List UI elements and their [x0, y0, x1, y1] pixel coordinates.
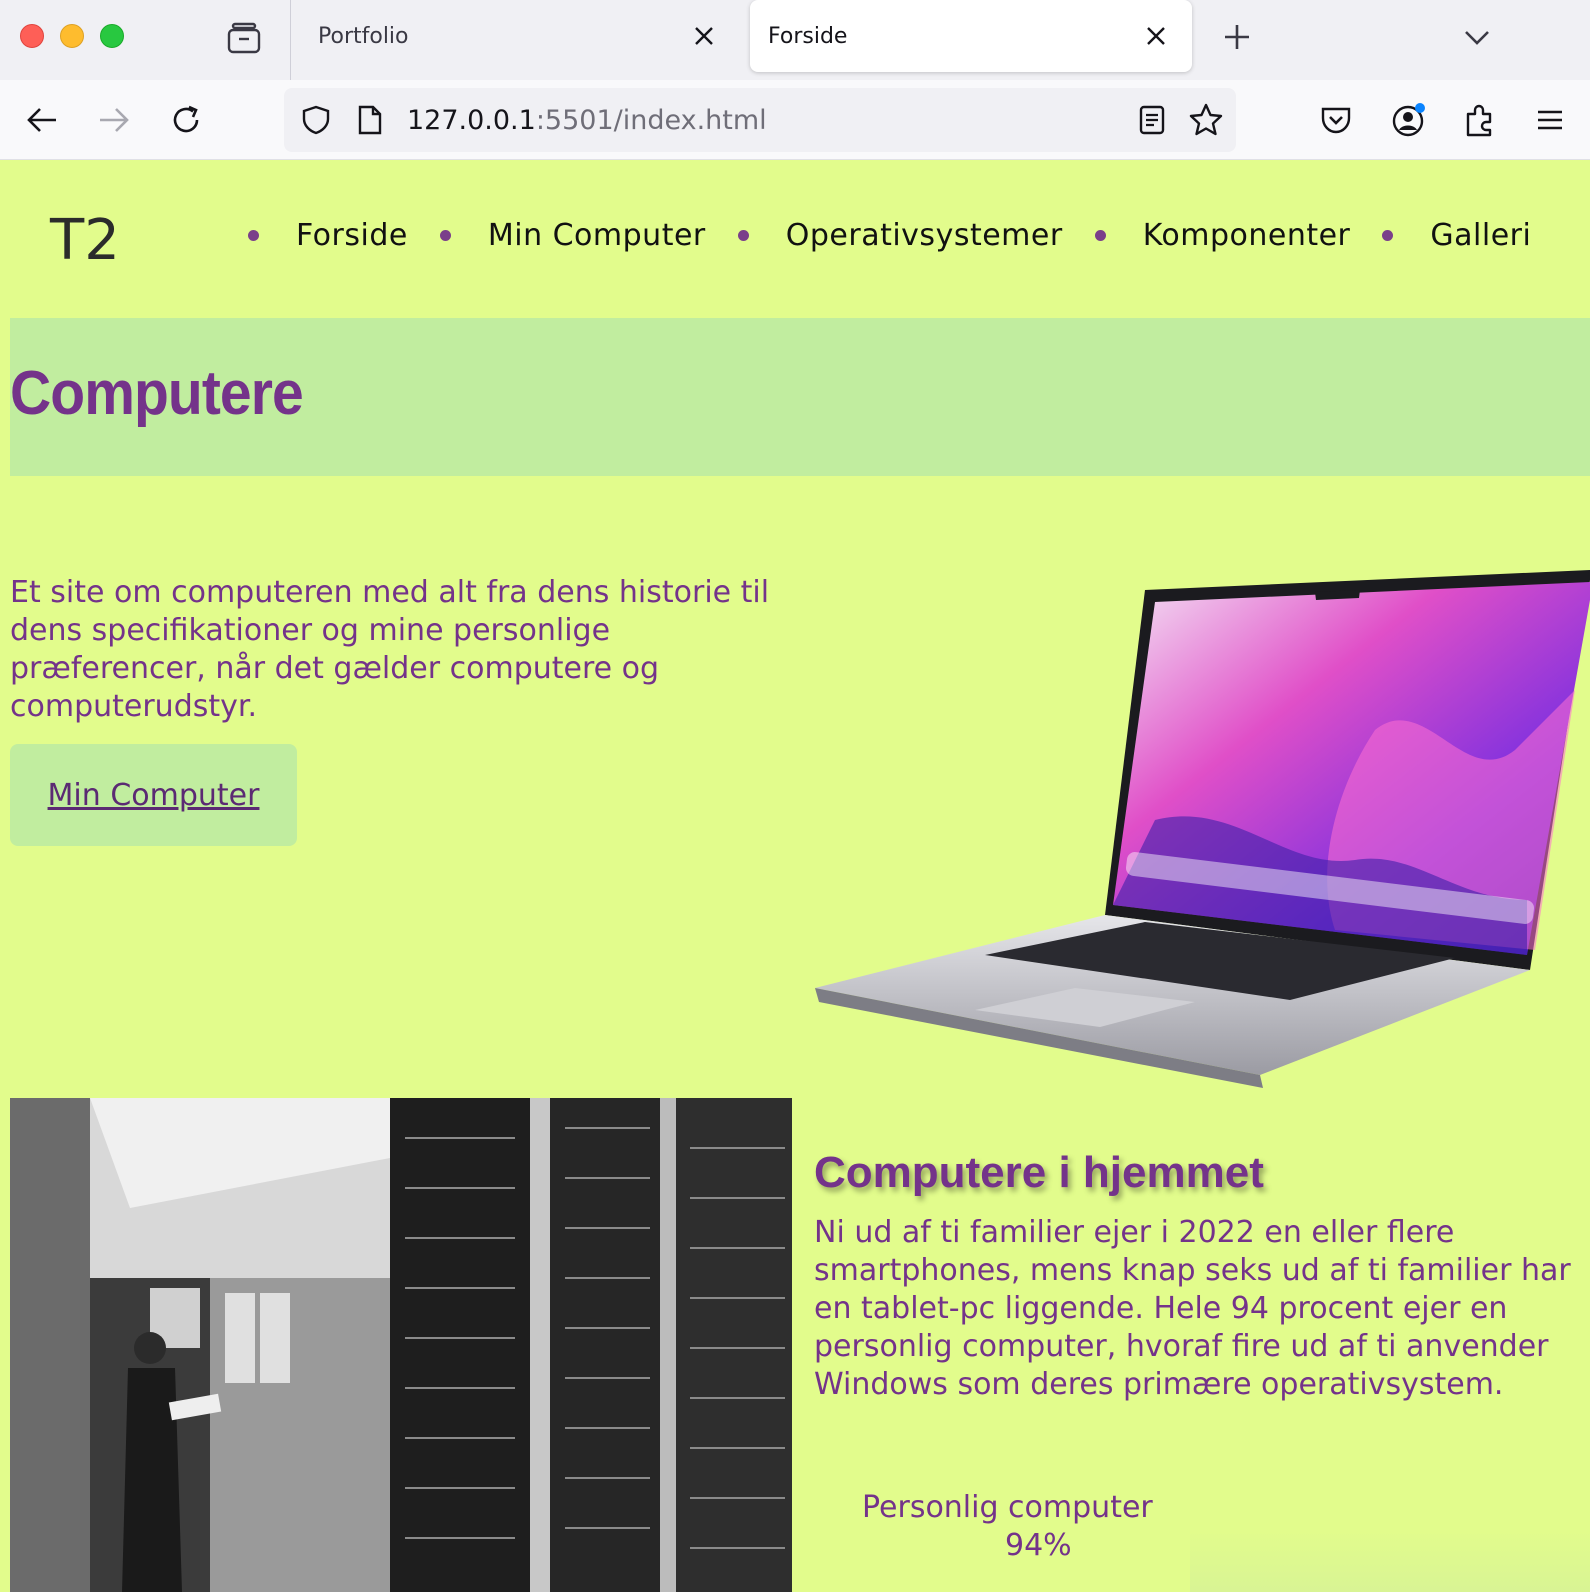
bullet	[1094, 230, 1106, 241]
section-text: Ni ud af ti familier ejer i 2022 en elle…	[814, 1215, 1571, 1402]
menu-icon[interactable]	[1532, 102, 1568, 138]
bullet	[439, 230, 451, 241]
nav-label: Komponenter	[1142, 218, 1351, 253]
tab-overview-icon[interactable]	[226, 22, 262, 54]
page-title: Computere	[10, 359, 304, 428]
page-icon[interactable]	[356, 104, 384, 136]
min-computer-link[interactable]: Min Computer	[48, 778, 260, 813]
nav-item-komponenter[interactable]: Komponenter	[1094, 218, 1351, 253]
site-logo[interactable]: T2	[50, 208, 120, 273]
hero-banner: Computere	[10, 318, 1590, 476]
star-icon[interactable]	[1188, 102, 1224, 138]
url-path: :5501/index.html	[535, 105, 767, 136]
bullet	[1382, 230, 1394, 241]
window-minimize-button[interactable]	[60, 24, 84, 48]
account-icon[interactable]	[1390, 102, 1426, 138]
nav-label: Min Computer	[487, 218, 706, 253]
tab-title: Portfolio	[318, 23, 409, 49]
window-close-button[interactable]	[20, 24, 44, 48]
nav-item-galleri[interactable]: Galleri	[1382, 218, 1531, 253]
url-text[interactable]: 127.0.0.1:5501/index.html	[407, 105, 767, 136]
chevron-down-icon[interactable]	[1462, 22, 1492, 52]
nav-item-forside[interactable]: Forside	[248, 218, 408, 253]
section-title: Computere i hjemmet	[814, 1148, 1264, 1197]
nav-label: Forside	[296, 218, 408, 253]
nav-label: Galleri	[1430, 218, 1532, 253]
back-arrow-icon[interactable]	[24, 102, 60, 138]
min-computer-button[interactable]: Min Computer	[10, 744, 297, 846]
nav-item-operativsystemer[interactable]: Operativsystemer	[737, 218, 1063, 253]
shield-icon[interactable]	[300, 104, 332, 136]
window-zoom-button[interactable]	[100, 24, 124, 48]
tab-title: Forside	[768, 23, 848, 49]
intro-text: Et site om computeren med alt fra dens h…	[10, 575, 770, 724]
pocket-icon[interactable]	[1318, 102, 1354, 138]
url-host: 127.0.0.1	[407, 105, 536, 136]
bullet	[737, 230, 749, 241]
browser-tab-bar: Portfolio Forside	[0, 0, 1590, 80]
stat-value: 94%	[1005, 1528, 1072, 1563]
vintage-computer-photo	[10, 1098, 792, 1592]
site-navigation: Forside Min Computer Operativsystemer Ko…	[248, 218, 1531, 253]
nav-item-min-computer[interactable]: Min Computer	[439, 218, 706, 253]
forward-arrow-icon[interactable]	[96, 102, 132, 138]
tab-portfolio[interactable]: Portfolio	[300, 0, 740, 72]
tab-separator	[290, 0, 291, 80]
tab-forside[interactable]: Forside	[750, 0, 1192, 72]
stat-bar	[1190, 1530, 1590, 1592]
stat-label: Personlig computer	[862, 1490, 1153, 1525]
plus-icon[interactable]	[1220, 20, 1254, 54]
extensions-icon[interactable]	[1462, 102, 1498, 138]
bullet	[248, 230, 259, 241]
url-bar[interactable]: 127.0.0.1:5501/index.html	[284, 88, 1236, 152]
close-icon[interactable]	[690, 22, 718, 50]
reload-icon[interactable]	[168, 102, 204, 138]
browser-toolbar: 127.0.0.1:5501/index.html	[0, 80, 1590, 160]
close-icon[interactable]	[1142, 22, 1170, 50]
laptop-image	[815, 570, 1590, 1090]
reader-view-icon[interactable]	[1136, 104, 1168, 136]
nav-label: Operativsystemer	[785, 218, 1063, 253]
web-page: T2 Forside Min Computer Operativsystemer…	[0, 160, 1590, 1592]
